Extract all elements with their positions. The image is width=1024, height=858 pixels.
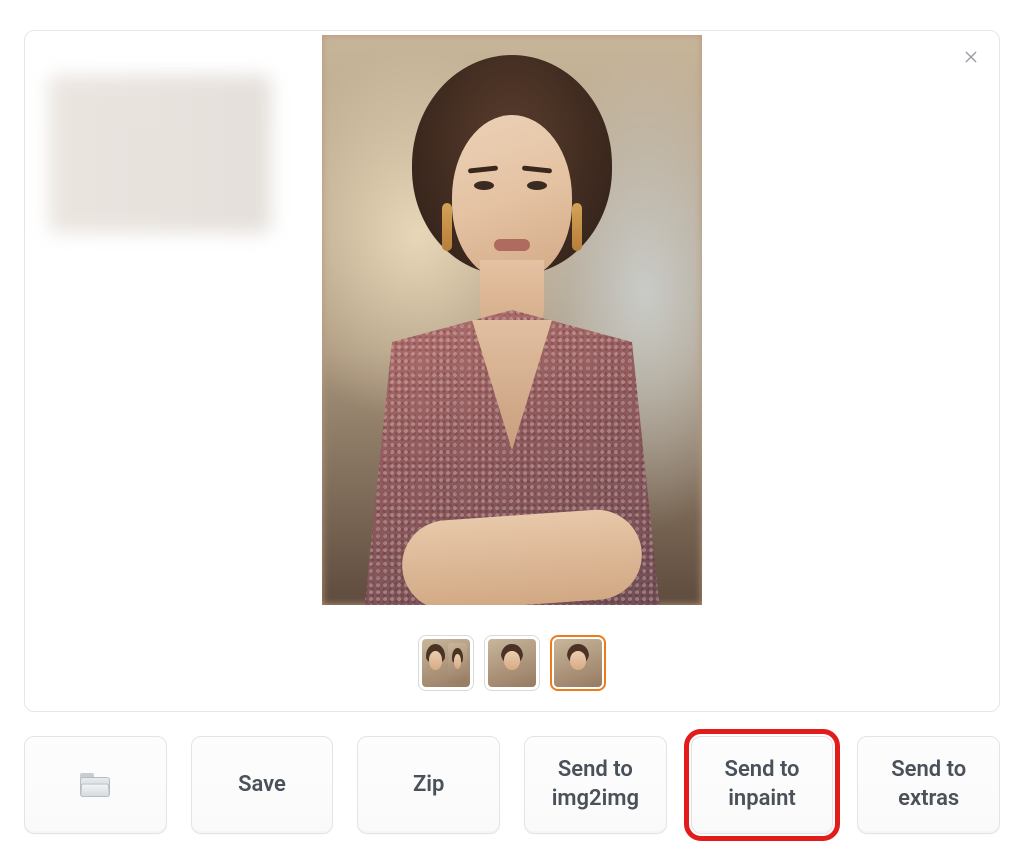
close-button[interactable] xyxy=(957,45,985,73)
send-to-inpaint-button[interactable]: Send to inpaint xyxy=(691,736,834,834)
send-to-extras-button[interactable]: Send to extras xyxy=(857,736,1000,834)
send-to-extras-label: Send to extras xyxy=(858,756,999,813)
send-to-img2img-label: Send to img2img xyxy=(525,756,666,813)
action-button-row: Save Zip Send to img2img Send to inpaint… xyxy=(24,736,1000,834)
zip-button-label: Zip xyxy=(413,771,444,800)
app-root: Save Zip Send to img2img Send to inpaint… xyxy=(0,0,1024,858)
zip-button[interactable]: Zip xyxy=(357,736,500,834)
thumbnail-2[interactable] xyxy=(484,635,540,691)
thumbnail-image xyxy=(422,639,470,687)
thumbnail-strip xyxy=(418,625,606,707)
send-to-img2img-button[interactable]: Send to img2img xyxy=(524,736,667,834)
thumbnail-image xyxy=(554,639,602,687)
send-to-inpaint-label: Send to inpaint xyxy=(692,756,833,813)
gallery-panel xyxy=(24,30,1000,712)
thumbnail-1[interactable] xyxy=(418,635,474,691)
close-icon xyxy=(963,49,979,69)
background-thumbnail-blur xyxy=(49,75,271,233)
open-folder-button[interactable] xyxy=(24,736,167,834)
thumbnail-3[interactable] xyxy=(550,635,606,691)
main-image[interactable] xyxy=(322,35,702,605)
thumbnail-image xyxy=(488,639,536,687)
save-button-label: Save xyxy=(238,771,286,800)
save-button[interactable]: Save xyxy=(191,736,334,834)
folder-icon xyxy=(80,773,110,797)
